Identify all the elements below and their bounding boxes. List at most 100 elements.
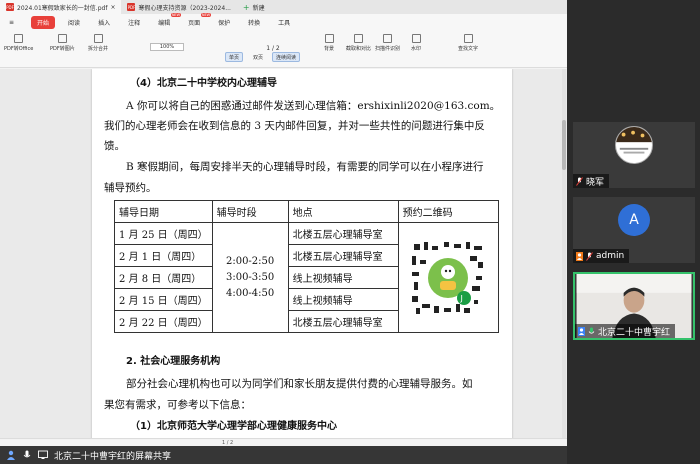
qr-code-image: J <box>406 235 491 320</box>
tool-label: 拆分合并 <box>88 46 109 52</box>
convert-icon <box>14 34 24 43</box>
split-merge-button[interactable]: 拆分合并 <box>88 34 108 52</box>
location-cell: 北楼五层心理辅导室 <box>287 310 399 333</box>
paragraph-line: B 寒假期间，每周安排半天的心理辅导时段，有需要的同学可以在小程序进行 <box>126 161 484 173</box>
tool-label: 水印 <box>411 46 422 52</box>
share-banner-label: 北京二十中曹宇红的屏幕共享 <box>54 451 172 462</box>
microphone-muted-icon <box>576 176 583 186</box>
participant-tile[interactable]: 晓军 <box>573 122 695 188</box>
paragraph-line: 部分社会心理机构也可以为同学们和家长朋友提供付费的心理辅导服务。如 <box>126 378 473 390</box>
person-icon <box>578 326 585 336</box>
double-page-view-button[interactable]: 双页 <box>250 52 266 62</box>
participant-tile[interactable]: A admin <box>573 197 695 263</box>
menu-read[interactable]: 阅读 <box>59 18 89 27</box>
tab-label: 新建 <box>252 4 265 12</box>
tool-label: PDF转图片 <box>50 46 75 52</box>
menu-tools[interactable]: 工具 <box>269 18 299 27</box>
watermark-button[interactable]: 水印 <box>411 34 421 52</box>
find-text-button[interactable]: 查找文字 <box>458 34 478 52</box>
participant-tile-active-speaker[interactable]: 北京二十中曹宇红 <box>573 272 695 340</box>
menu-start[interactable]: 开始 <box>31 15 56 29</box>
page-indicator[interactable]: 1 / 2 <box>258 44 288 52</box>
participant-name: 北京二十中曹宇红 <box>598 327 671 338</box>
subsection-heading: （1）北京师范大学心理学部心理健康服务中心 <box>130 421 337 432</box>
table-header: 辅导日期 <box>114 200 213 223</box>
tab-document-1[interactable]: PDF 2024.01寒假致家长的一封信.pdf × <box>0 0 122 14</box>
tool-label: 扫描件识别 <box>375 46 401 52</box>
menu-protect[interactable]: 保护 <box>209 18 239 27</box>
scrollbar-thumb[interactable] <box>562 120 566 170</box>
participants-panel: 晓军 A admin 北京二十中曹宇红 <box>567 0 700 464</box>
location-cell: 北楼五层心理辅导室 <box>287 244 399 267</box>
tool-label: 截取和对比 <box>346 46 372 52</box>
continuous-view-button[interactable]: 连续阅读 <box>272 52 301 62</box>
shared-screen: PDF 2024.01寒假致家长的一封信.pdf × PDF 寒假心理支持资源（… <box>0 0 567 464</box>
menu-bar: ≡ 开始 阅读 插入 注释 编辑 NEW 页面 NEW 保护 转换 工具 <box>0 12 567 30</box>
location-cell: 线上视频辅导 <box>287 288 399 311</box>
pdf-to-office-button[interactable]: PDF转Office <box>4 34 33 52</box>
date-cell: 2 月 8 日（周四） <box>114 266 213 289</box>
new-badge: NEW <box>200 12 212 17</box>
toolbar: PDF转Office PDF转图片 拆分合并 100% 1 / 2 单页 双页 … <box>0 30 567 68</box>
paragraph-line: 辅导预约。 <box>104 182 157 194</box>
location-cell: 线上视频辅导 <box>287 266 399 289</box>
participant-name-tag: admin <box>573 249 630 263</box>
menu-edit[interactable]: 编辑 NEW <box>149 12 182 27</box>
microphone-icon <box>588 327 595 334</box>
date-cell: 1 月 25 日（周四） <box>114 222 213 245</box>
paragraph-line: A 你可以将自己的困惑通过邮件发送到心理信箱：ershixinli2020@16… <box>126 100 501 112</box>
zoom-select[interactable]: 100% <box>150 43 184 51</box>
profile-photo-icon <box>616 127 652 154</box>
tab-label: 寒假心理支持资源（2023-2024... <box>138 4 231 12</box>
date-cell: 2 月 15 日（周四） <box>114 288 213 311</box>
svg-text:J: J <box>460 294 463 303</box>
background-icon <box>324 34 334 43</box>
crop-icon <box>354 34 363 43</box>
tab-bar: PDF 2024.01寒假致家长的一封信.pdf × PDF 寒假心理支持资源（… <box>0 0 567 14</box>
menu-page[interactable]: 页面 NEW <box>179 12 212 27</box>
section-heading: 2. 社会心理服务机构 <box>126 356 221 367</box>
menu-edit-label: 编辑 <box>158 19 171 27</box>
time-slot-cell: 2:00-2:50 3:00-3:50 4:00-4:50 <box>211 222 289 333</box>
close-icon[interactable]: × <box>110 4 115 11</box>
person-icon <box>7 450 15 460</box>
table-header: 辅导时段 <box>211 200 289 223</box>
avatar: A <box>618 204 650 236</box>
table-header: 预约二维码 <box>397 200 499 223</box>
screen-share-banner: 北京二十中曹宇红的屏幕共享 <box>0 446 567 464</box>
watermark-icon <box>411 34 421 43</box>
table-row: 1 月 25 日（周四） 2:00-2:50 3:00-3:50 4:00-4:… <box>114 222 499 333</box>
table-header-row: 辅导日期 辅导时段 地点 预约二维码 <box>114 200 499 223</box>
location-cell: 北楼五层心理辅导室 <box>287 222 399 245</box>
split-icon <box>93 34 103 43</box>
participant-name: 晓军 <box>586 177 605 188</box>
participant-name-tag: 晓军 <box>573 174 610 188</box>
time-slot: 4:00-4:50 <box>225 287 275 299</box>
new-badge: NEW <box>170 12 182 17</box>
background-button[interactable]: 背景 <box>324 34 334 52</box>
menu-icon[interactable]: ≡ <box>0 19 23 26</box>
single-page-view-button[interactable]: 单页 <box>225 52 244 62</box>
tab-new[interactable]: + 新建 <box>237 0 271 14</box>
tab-document-2[interactable]: PDF 寒假心理支持资源（2023-2024... <box>121 0 236 14</box>
tool-label: 查找文字 <box>458 46 479 52</box>
avatar <box>615 126 653 164</box>
scan-icon <box>383 34 392 43</box>
pdf-to-image-button[interactable]: PDF转图片 <box>50 34 75 52</box>
menu-insert[interactable]: 插入 <box>89 18 119 27</box>
person-icon <box>576 251 583 261</box>
paragraph-line: 我们的心理老师会在收到信息的 3 天内邮件回复，并对一些共性的问题进行集中反 <box>104 120 485 132</box>
capture-compare-button[interactable]: 截取和对比 <box>346 34 371 52</box>
qr-code-icon: J <box>406 235 491 320</box>
schedule-table: 辅导日期 辅导时段 地点 预约二维码 1 月 25 日（周四） 2:00-2:5… <box>114 200 499 333</box>
table-header: 地点 <box>287 200 399 223</box>
menu-convert[interactable]: 转换 <box>239 18 269 27</box>
image-icon <box>57 34 67 43</box>
pdf-icon: PDF <box>127 3 136 11</box>
screen-share-icon <box>38 450 48 459</box>
participant-name: admin <box>596 251 625 261</box>
tool-label: 背景 <box>324 46 335 52</box>
paragraph-line: 馈。 <box>104 140 125 152</box>
scan-recognize-button[interactable]: 扫描件识别 <box>375 34 400 52</box>
menu-annotate[interactable]: 注释 <box>119 18 149 27</box>
